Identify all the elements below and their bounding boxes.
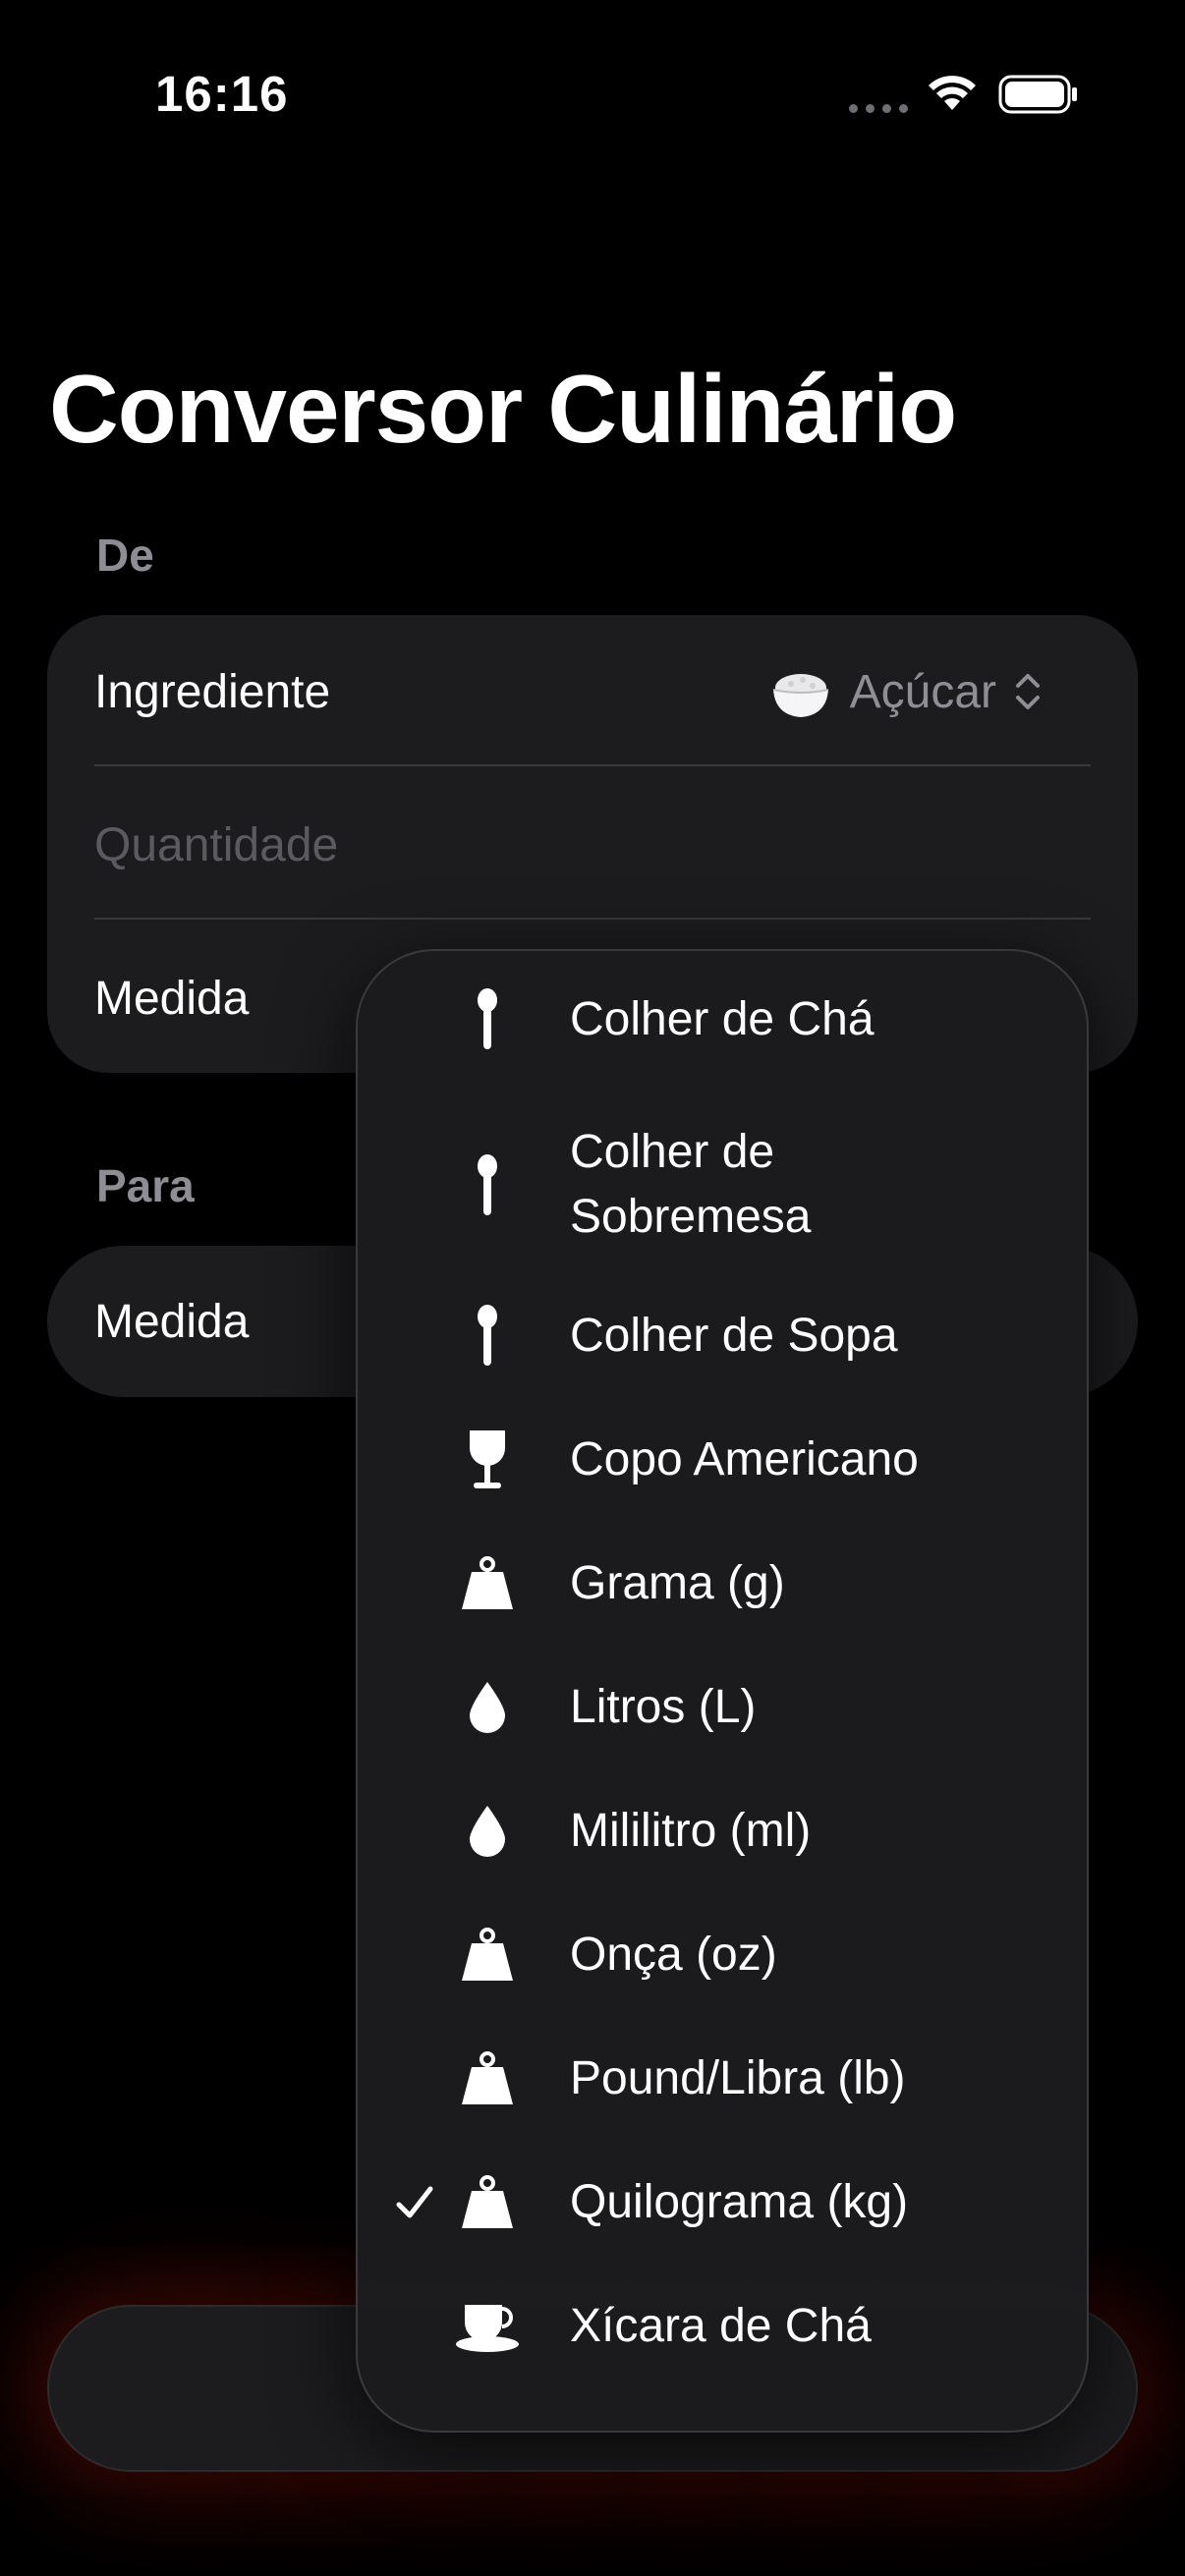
menu-item-label: Colher de Chá bbox=[570, 993, 875, 1045]
menu-item-label: Copo Americano bbox=[570, 1433, 919, 1485]
ingredient-value: Açúcar bbox=[849, 665, 996, 718]
menu-item-colher-de-sobremesa[interactable]: Colher de Sobremesa bbox=[358, 1120, 1087, 1252]
quantity-input[interactable]: Quantidade bbox=[94, 818, 338, 872]
spoon-icon bbox=[456, 1305, 519, 1368]
scale-weight-icon bbox=[456, 1924, 519, 1987]
menu-item-label: Quilograma (kg) bbox=[570, 2176, 909, 2228]
menu-item-mililitro[interactable]: Mililitro (ml) bbox=[358, 1782, 1087, 1880]
wifi-icon bbox=[929, 76, 976, 110]
spoon-icon bbox=[456, 988, 519, 1051]
menu-item-label: Xícara de Chá bbox=[570, 2300, 872, 2352]
menu-item-label: Litros (L) bbox=[570, 1681, 757, 1733]
divider bbox=[94, 918, 1091, 920]
menu-item-label: Colher de Sopa bbox=[570, 1310, 898, 1362]
ingredient-row[interactable]: Ingrediente Açúcar bbox=[94, 615, 1091, 768]
from-section-label: De bbox=[96, 530, 154, 581]
teacup-icon bbox=[448, 2295, 527, 2358]
quantity-row[interactable]: Quantidade bbox=[94, 768, 1091, 922]
status-time: 16:16 bbox=[155, 66, 289, 122]
page-title: Conversor Culinário bbox=[49, 355, 957, 463]
menu-item-colher-de-cha[interactable]: Colher de Chá bbox=[358, 971, 1087, 1069]
drop-icon bbox=[456, 1676, 519, 1739]
menu-item-quilograma[interactable]: Quilograma (kg) bbox=[358, 2154, 1087, 2252]
drop-icon bbox=[456, 1800, 519, 1863]
ingredient-picker[interactable]: Açúcar bbox=[769, 660, 1042, 723]
scale-weight-icon bbox=[456, 2047, 519, 2110]
cellular-signal-icon bbox=[849, 104, 908, 113]
measure-dropdown-menu: Colher de Chá Colher de Sobremesa Colher… bbox=[356, 949, 1089, 2433]
wineglass-icon bbox=[456, 1428, 519, 1491]
menu-item-label: Grama (g) bbox=[570, 1557, 785, 1609]
scale-weight-icon bbox=[456, 1552, 519, 1615]
to-measure-label: Medida bbox=[94, 1295, 250, 1348]
menu-item-label: Onça (oz) bbox=[570, 1929, 777, 1981]
screen: 16:16 Conversor Culinário De Ingrediente… bbox=[0, 0, 1185, 2576]
divider bbox=[94, 764, 1091, 766]
ingredient-label: Ingrediente bbox=[94, 665, 331, 718]
menu-item-litros[interactable]: Litros (L) bbox=[358, 1658, 1087, 1757]
menu-item-label: Pound/Libra (lb) bbox=[570, 2052, 906, 2104]
menu-item-colher-de-sopa[interactable]: Colher de Sopa bbox=[358, 1287, 1087, 1385]
spoon-icon bbox=[456, 1154, 519, 1217]
from-measure-label: Medida bbox=[94, 972, 250, 1025]
chevron-up-down-icon bbox=[1016, 674, 1040, 709]
menu-item-pound-libra[interactable]: Pound/Libra (lb) bbox=[358, 2030, 1087, 2128]
menu-item-grama[interactable]: Grama (g) bbox=[358, 1535, 1087, 1633]
scale-weight-icon bbox=[456, 2171, 519, 2234]
checkmark-icon bbox=[396, 2186, 433, 2218]
to-section-label: Para bbox=[96, 1160, 195, 1211]
menu-item-label: Colher de Sobremesa bbox=[570, 1126, 812, 1243]
menu-item-copo-americano[interactable]: Copo Americano bbox=[358, 1411, 1087, 1509]
rice-bowl-icon bbox=[772, 674, 828, 717]
menu-item-label: Mililitro (ml) bbox=[570, 1805, 812, 1857]
menu-item-xicara-de-cha[interactable]: Xícara de Chá bbox=[358, 2277, 1087, 2376]
menu-item-onca[interactable]: Onça (oz) bbox=[358, 1906, 1087, 2004]
battery-icon bbox=[998, 75, 1077, 114]
